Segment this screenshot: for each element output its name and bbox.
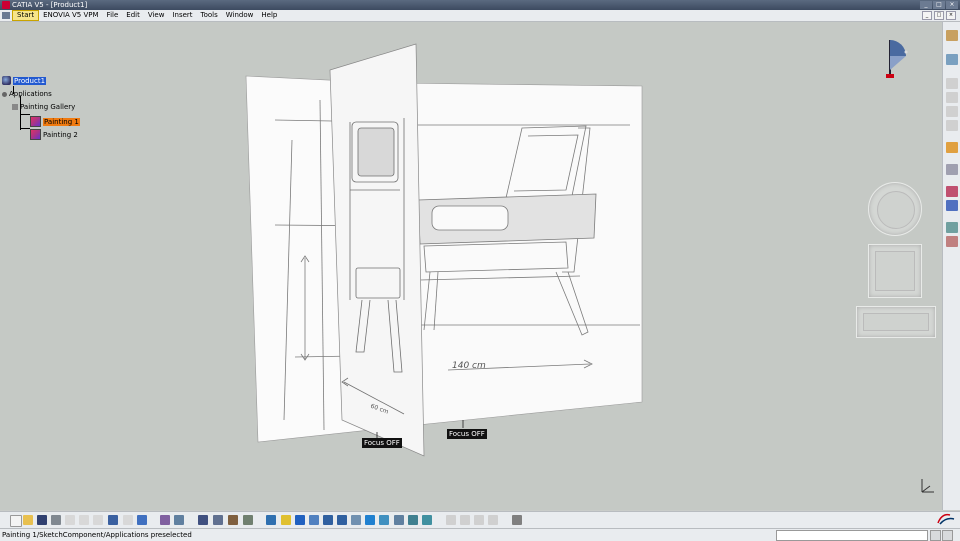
menu-enovia[interactable]: ENOVIA V5 VPM: [39, 10, 102, 21]
command-input[interactable]: [776, 530, 928, 541]
window-controls: _ □ ×: [920, 0, 958, 10]
iso-view-icon[interactable]: [379, 515, 389, 525]
focus-off-text-2: Focus OFF: [449, 430, 485, 438]
zoom-out-icon[interactable]: [337, 515, 347, 525]
focus-off-tag-2[interactable]: Focus OFF: [447, 429, 487, 439]
redo-icon[interactable]: [123, 515, 133, 525]
command-button-1[interactable]: [930, 530, 941, 541]
camera-icon[interactable]: [512, 515, 522, 525]
menu-file[interactable]: File: [103, 10, 123, 21]
disabled-tool-icon[interactable]: [488, 515, 498, 525]
disabled-tool-icon[interactable]: [460, 515, 470, 525]
focus-off-tag-1[interactable]: Focus OFF: [362, 438, 402, 448]
palette-tool-icon[interactable]: [946, 200, 958, 211]
menu-tools[interactable]: Tools: [197, 10, 222, 21]
comment-icon[interactable]: [174, 515, 184, 525]
help-icon[interactable]: [137, 515, 147, 525]
menu-view[interactable]: View: [144, 10, 169, 21]
doc-restore-button[interactable]: □: [934, 11, 944, 20]
document-window-controls: _ □ ×: [922, 11, 960, 20]
focus-off-text-1: Focus OFF: [364, 439, 400, 447]
status-bar: Painting 1/SketchComponent/Applications …: [0, 528, 960, 541]
catia-logo: [932, 511, 960, 528]
undo-icon[interactable]: [108, 515, 118, 525]
compass-icon[interactable]: [884, 34, 914, 82]
maximize-button[interactable]: □: [933, 1, 945, 9]
catia-app-icon[interactable]: [2, 1, 10, 9]
hide-show-icon[interactable]: [408, 515, 418, 525]
normal-view-icon[interactable]: [351, 515, 361, 525]
new-file-icon[interactable]: [10, 515, 22, 527]
close-button[interactable]: ×: [946, 1, 958, 9]
3d-viewport[interactable]: Product1 Applications Painting Gallery P…: [0, 22, 942, 510]
menu-start[interactable]: Start: [12, 10, 40, 21]
painting-tool-icon[interactable]: [946, 186, 958, 197]
save-icon[interactable]: [37, 515, 47, 525]
axis-triad-icon: [921, 479, 934, 493]
pan-icon[interactable]: [295, 515, 305, 525]
gear-icon[interactable]: [946, 164, 958, 175]
disabled-tool-icon[interactable]: [446, 515, 456, 525]
menu-bar: Start ENOVIA V5 VPM File Edit View Inser…: [0, 10, 960, 22]
copy-icon[interactable]: [79, 515, 89, 525]
painting-plane-2[interactable]: 140 cm: [387, 82, 643, 429]
curve-tool-icon[interactable]: [946, 54, 958, 65]
title-bar: CATIA V5 - [Product1] _ □ ×: [0, 0, 960, 10]
zoom-in-icon[interactable]: [323, 515, 333, 525]
status-message: Painting 1/SketchComponent/Applications …: [2, 531, 192, 539]
doc-close-button[interactable]: ×: [946, 11, 956, 20]
measure-icon[interactable]: [243, 515, 253, 525]
pointer-tool-icon[interactable]: [946, 142, 958, 153]
disabled-tool-icon[interactable]: [946, 120, 958, 131]
fly-mode-icon[interactable]: [266, 515, 276, 525]
disabled-tool-icon[interactable]: [946, 78, 958, 89]
open-folder-icon[interactable]: [23, 515, 33, 525]
plane-tool-icon[interactable]: [946, 222, 958, 233]
disabled-tool-icon[interactable]: [946, 106, 958, 117]
tree-view-icon[interactable]: [213, 515, 223, 525]
fit-all-icon[interactable]: [281, 515, 291, 525]
mirror-tool-icon[interactable]: [946, 236, 958, 247]
pan-navigation-widget[interactable]: [868, 244, 922, 298]
zoom-navigation-widget[interactable]: [856, 306, 936, 338]
bottom-toolbar: [0, 511, 960, 529]
rotate-icon[interactable]: [309, 515, 319, 525]
cut-icon[interactable]: [65, 515, 75, 525]
swap-visible-icon[interactable]: [422, 515, 432, 525]
document-icon[interactable]: [2, 12, 10, 19]
menu-edit[interactable]: Edit: [122, 10, 144, 21]
grid-icon[interactable]: [198, 515, 208, 525]
window-title: CATIA V5 - [Product1]: [12, 1, 88, 9]
disabled-tool-icon[interactable]: [474, 515, 484, 525]
disabled-tool-icon[interactable]: [946, 92, 958, 103]
menu-help[interactable]: Help: [257, 10, 281, 21]
sketch-dimension-label: 140 cm: [452, 361, 486, 371]
print-icon[interactable]: [51, 515, 61, 525]
paste-icon[interactable]: [93, 515, 103, 525]
minimize-button[interactable]: _: [920, 1, 932, 9]
catalog-icon[interactable]: [228, 515, 238, 525]
formula-icon[interactable]: [160, 515, 170, 525]
doc-minimize-button[interactable]: _: [922, 11, 932, 20]
sketch-tool-icon[interactable]: [946, 30, 958, 41]
command-button-2[interactable]: [942, 530, 953, 541]
multi-view-icon[interactable]: [365, 515, 375, 525]
render-style-icon[interactable]: [394, 515, 404, 525]
rotate-navigation-widget[interactable]: [868, 182, 922, 236]
painting-plane-3[interactable]: 60 cm: [329, 43, 425, 457]
menu-window[interactable]: Window: [222, 10, 258, 21]
right-toolbar: [942, 22, 960, 510]
menu-insert[interactable]: Insert: [168, 10, 196, 21]
